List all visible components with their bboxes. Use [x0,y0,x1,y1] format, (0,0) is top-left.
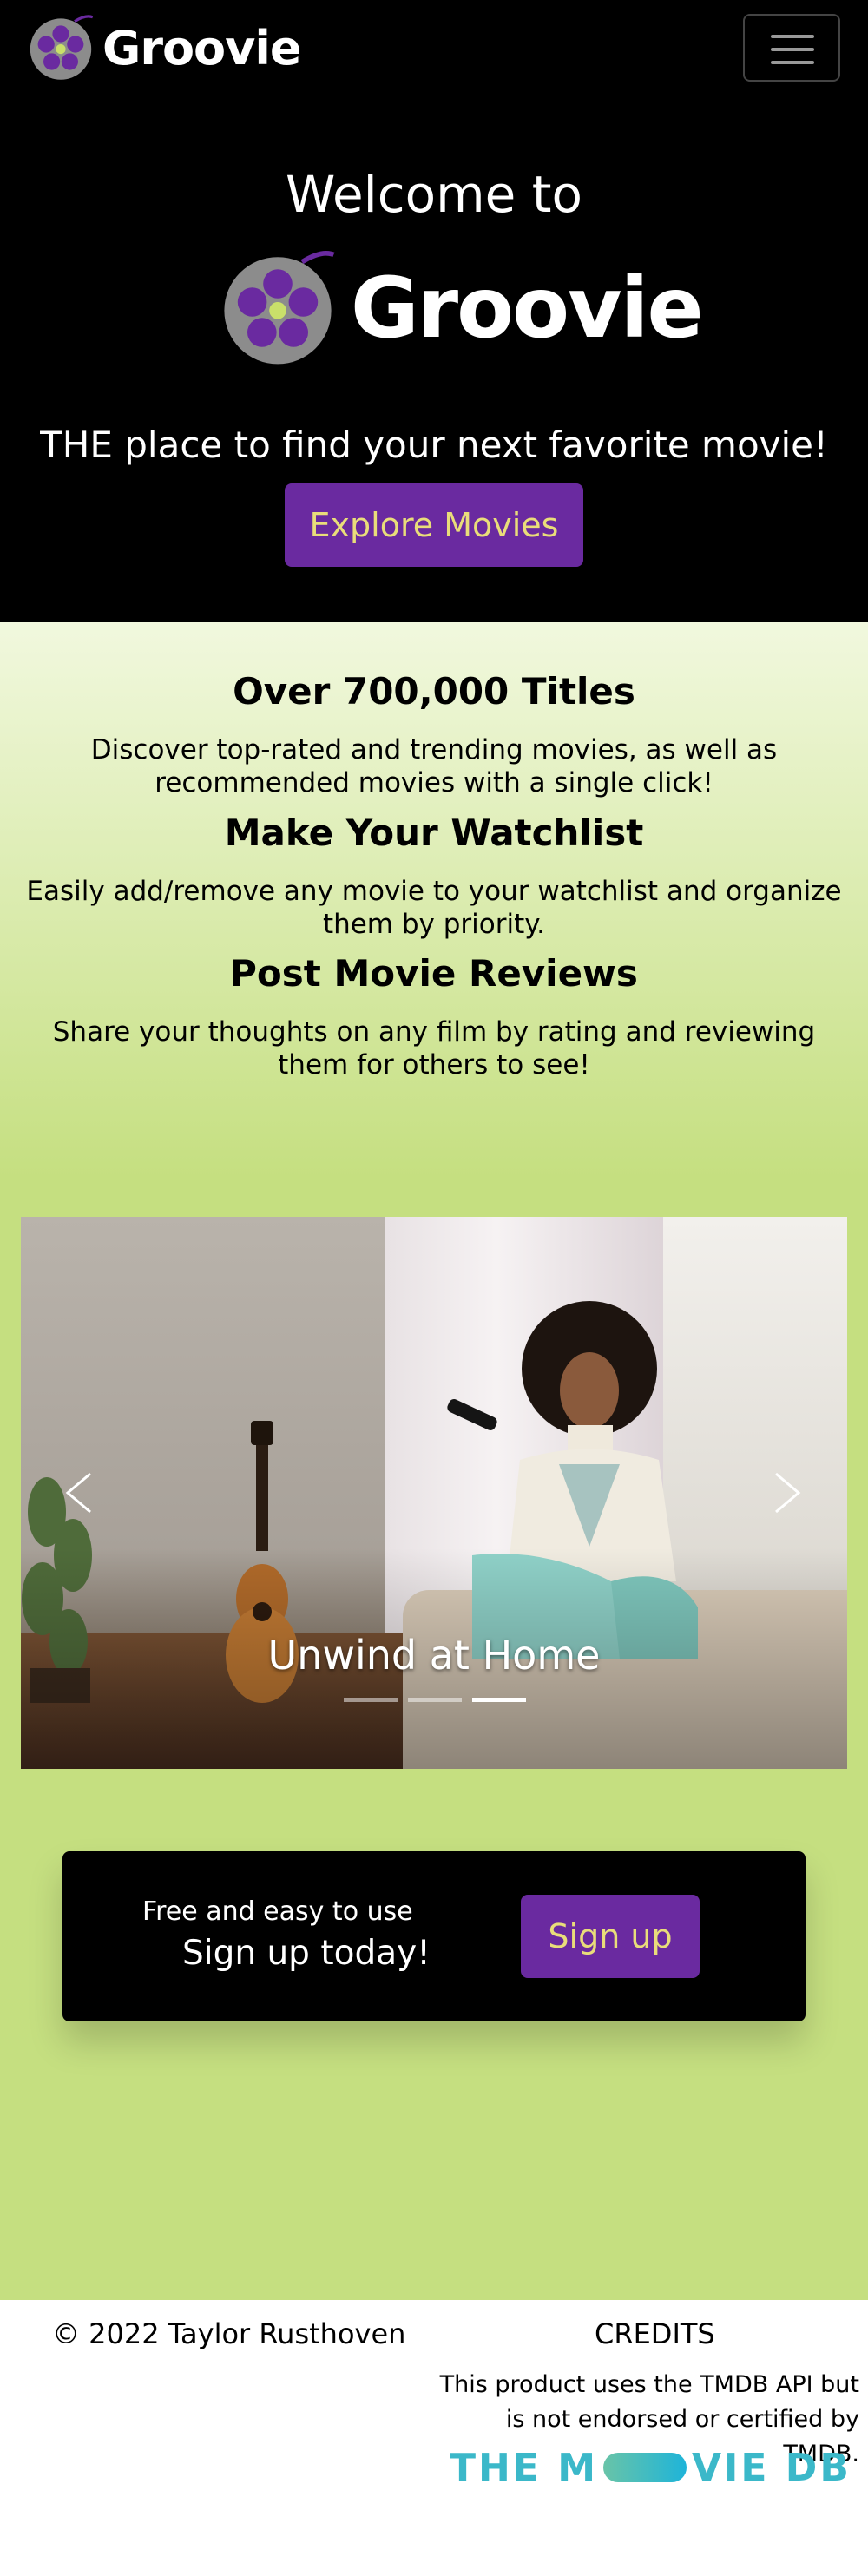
explore-movies-button[interactable]: Explore Movies [285,483,583,567]
carousel-next-button[interactable] [759,1467,811,1519]
carousel-prev-button[interactable] [56,1467,108,1519]
hamburger-line [771,48,814,51]
feature-description: Discover top-rated and trending movies, … [90,734,778,798]
hamburger-line [771,35,814,38]
sign-up-button[interactable]: Sign up [521,1895,700,1978]
feature-title: Over 700,000 Titles [233,670,635,713]
signup-card: Free and easy to use Sign up today! Sign… [62,1851,806,2021]
page-footer: © 2022 Taylor Rusthoven CREDITS This pro… [0,2300,868,2576]
chevron-left-icon [65,1472,91,1514]
carousel-indicator[interactable] [408,1698,462,1702]
image-carousel: Unwind at Home [21,1217,847,1769]
tmdb-logo-text-right: VIE DB [692,2445,852,2490]
hero-tagline: THE place to find your next favorite mov… [40,424,828,466]
tmdb-logo[interactable]: THE M VIE DB [450,2445,853,2490]
feature-description: Share your thoughts on any film by ratin… [52,1016,816,1081]
feature-title: Post Movie Reviews [230,952,638,995]
carousel-caption: Unwind at Home [267,1632,601,1679]
carousel-indicator[interactable] [344,1698,398,1702]
signup-title: Sign up today! [182,1934,431,1973]
carousel-indicator-active[interactable] [472,1698,526,1702]
features-section: Over 700,000 Titles Discover top-rated a… [0,622,868,1178]
navbar-brand-link[interactable]: Groovie [26,13,301,82]
hero-section: Groovie Welcome to Groovie THE place to … [0,0,868,622]
hamburger-menu-button[interactable] [743,14,840,82]
feature-title: Make Your Watchlist [224,812,644,854]
navbar-brand-text: Groovie [102,20,301,76]
hero-brand-text: Groovie [351,260,704,357]
tmdb-logo-text-left: THE M [450,2445,598,2490]
carousel-indicators [344,1698,526,1703]
copyright-text: © 2022 Taylor Rusthoven [52,2317,406,2350]
hamburger-line [771,61,814,64]
slide-shade-overlay [21,1217,847,1769]
chevron-right-icon [775,1472,801,1514]
hero-welcome-heading: Welcome to [286,165,582,224]
film-reel-logo-icon [30,15,94,80]
signup-subtitle: Free and easy to use [142,1896,413,1927]
tmdb-pill-icon [603,2453,687,2482]
hero-brand-logo: Groovie [217,247,704,369]
credits-heading: CREDITS [595,2317,715,2350]
film-reel-logo-icon [224,251,335,365]
feature-description: Easily add/remove any movie to your watc… [26,876,842,940]
